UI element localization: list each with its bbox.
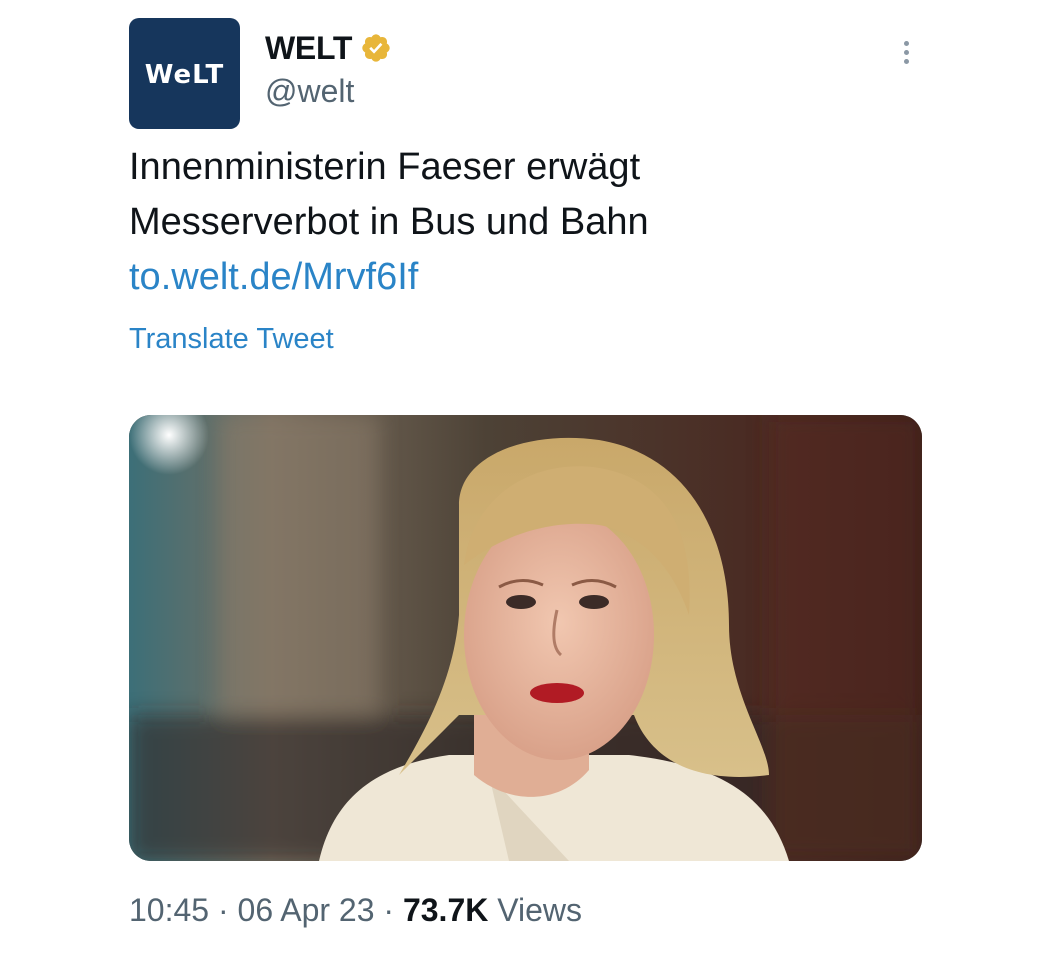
tweet-time[interactable]: 10:45 [129, 892, 209, 928]
meta-separator: · [383, 892, 395, 928]
photo-illustration [129, 415, 922, 861]
more-options-icon[interactable] [893, 32, 919, 72]
views-count: 73.7K [402, 892, 489, 928]
verified-badge-icon[interactable] [360, 32, 392, 64]
more-dot [903, 58, 909, 64]
tweet-meta: 10:45 · 06 Apr 23 · 73.7K Views [129, 892, 582, 929]
more-dot [903, 49, 909, 55]
avatar-logo-text: WeLT [144, 59, 225, 90]
handle[interactable]: @welt [265, 73, 354, 110]
avatar[interactable]: WeLT [129, 18, 240, 129]
display-name[interactable]: WELT [265, 30, 352, 67]
tweet-link[interactable]: to.welt.de/Mrvf6If [129, 250, 909, 305]
more-dot [903, 40, 909, 46]
tweet-text-line-1: Innenministerin Faeser erwägt [129, 146, 641, 188]
tweet-text: Innenministerin Faeser erwägt Messerverb… [129, 140, 909, 305]
meta-separator: · [217, 892, 229, 928]
tweet-media-photo[interactable] [129, 415, 922, 861]
tweet: WeLT WELT @welt Innenministerin Faeser e… [0, 0, 1050, 960]
tweet-text-line-2: Messerverbot in Bus und Bahn [129, 201, 649, 243]
tweet-date[interactable]: 06 Apr 23 [238, 892, 375, 928]
views-label: Views [497, 892, 583, 928]
author-name-row: WELT [265, 28, 392, 68]
translate-tweet-link[interactable]: Translate Tweet [129, 323, 334, 356]
